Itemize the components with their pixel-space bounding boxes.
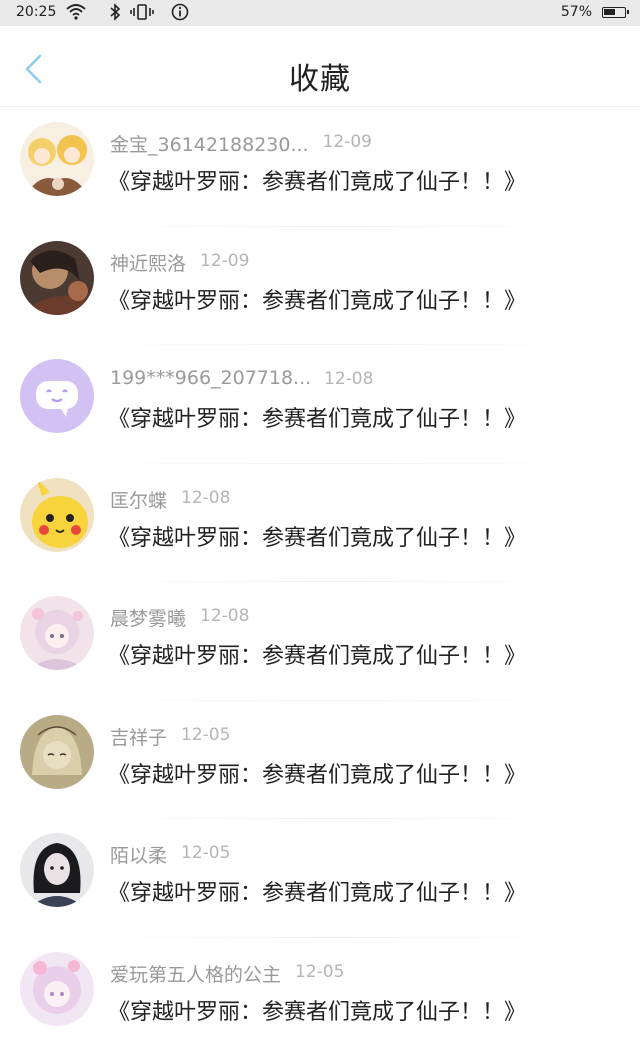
item-content[interactable]: 《穿越叶罗丽：参赛者们竟成了仙子！！》 [108,875,526,907]
info-icon [171,3,189,25]
list-item[interactable]: 199***966_207718... 12-08 《穿越叶罗丽：参赛者们竟成了仙子… [0,345,640,464]
avatar[interactable] [20,478,94,552]
item-content[interactable]: 《穿越叶罗丽：参赛者们竟成了仙子！！》 [108,164,526,196]
avatar[interactable] [20,596,94,670]
item-date: 12-09 [200,251,249,271]
username[interactable]: 匡尔蝶 [110,486,167,513]
item-content[interactable]: 《穿越叶罗丽：参赛者们竟成了仙子！！》 [108,757,526,789]
list-item[interactable]: 晨梦雾曦 12-08 《穿越叶罗丽：参赛者们竟成了仙子！！》 [0,582,640,701]
username[interactable]: 陌以柔 [110,841,167,868]
item-date: 12-08 [181,488,230,508]
username[interactable]: 爱玩第五人格的公主 [110,960,281,987]
battery-icon [602,7,626,18]
item-date: 12-08 [324,369,373,389]
favorites-list: 金宝_36142188230... 12-09 《穿越叶罗丽：参赛者们竟成了仙子！！… [0,108,640,1056]
status-bar: 20:25 57% [0,0,640,26]
item-date: 12-05 [295,962,344,982]
list-item[interactable]: 匡尔蝶 12-08 《穿越叶罗丽：参赛者们竟成了仙子！！》 [0,464,640,583]
page-title: 收藏 [0,54,640,98]
list-item[interactable]: 爱玩第五人格的公主 12-05 《穿越叶罗丽：参赛者们竟成了仙子！！》 [0,938,640,1056]
battery-percent: 57% [561,4,592,20]
username[interactable]: 神近熙洛 [110,249,186,276]
item-content[interactable]: 《穿越叶罗丽：参赛者们竟成了仙子！！》 [108,638,526,670]
avatar[interactable] [20,359,94,433]
item-date: 12-08 [200,606,249,626]
header: 收藏 [0,26,640,107]
username[interactable]: 吉祥子 [110,723,167,750]
username[interactable]: 晨梦雾曦 [110,604,186,631]
item-content[interactable]: 《穿越叶罗丽：参赛者们竟成了仙子！！》 [108,401,526,433]
wifi-icon [66,3,86,25]
item-content[interactable]: 《穿越叶罗丽：参赛者们竟成了仙子！！》 [108,283,526,315]
item-content[interactable]: 《穿越叶罗丽：参赛者们竟成了仙子！！》 [108,520,526,552]
list-item[interactable]: 吉祥子 12-05 《穿越叶罗丽：参赛者们竟成了仙子！！》 [0,701,640,820]
status-time: 20:25 [16,4,56,20]
item-date: 12-05 [181,725,230,745]
list-item[interactable]: 金宝_36142188230... 12-09 《穿越叶罗丽：参赛者们竟成了仙子！！… [0,108,640,227]
list-item[interactable]: 陌以柔 12-05 《穿越叶罗丽：参赛者们竟成了仙子！！》 [0,819,640,938]
username[interactable]: 金宝_36142188230... [110,130,309,157]
avatar[interactable] [20,122,94,196]
avatar[interactable] [20,715,94,789]
item-date: 12-05 [181,843,230,863]
username[interactable]: 199***966_207718... [110,367,310,389]
bluetooth-icon [108,3,122,25]
vibrate-icon [130,3,154,25]
item-content[interactable]: 《穿越叶罗丽：参赛者们竟成了仙子！！》 [108,994,526,1026]
item-date: 12-09 [323,132,372,152]
avatar[interactable] [20,952,94,1026]
avatar[interactable] [20,833,94,907]
avatar[interactable] [20,241,94,315]
list-item[interactable]: 神近熙洛 12-09 《穿越叶罗丽：参赛者们竟成了仙子！！》 [0,227,640,346]
